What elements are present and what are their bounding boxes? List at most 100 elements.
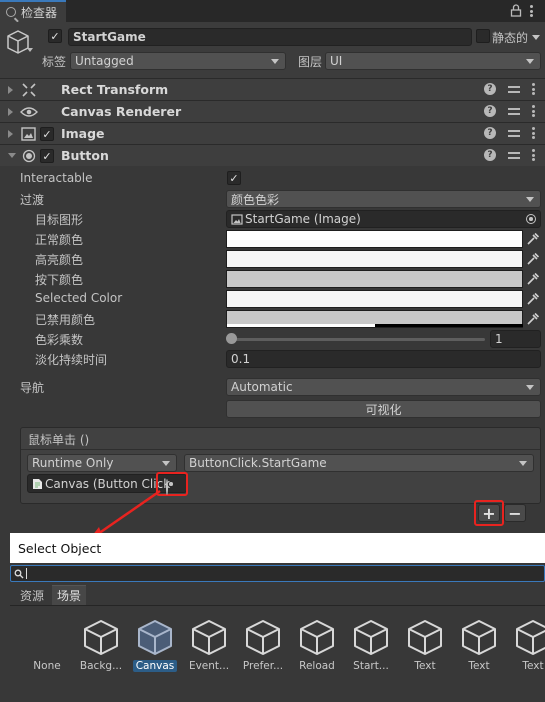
button-enabled-checkbox[interactable]: ✓ — [40, 149, 54, 163]
presets-icon[interactable] — [508, 127, 520, 139]
foldout-arrow-icon[interactable] — [8, 85, 13, 94]
object-picker-icon[interactable] — [526, 214, 536, 224]
object-item[interactable]: Prefer... — [236, 618, 290, 672]
object-grid: None Backg... Canvas Event... Prefer... … — [20, 618, 545, 672]
object-label: None — [33, 660, 61, 672]
tag-dropdown[interactable]: Untagged — [70, 52, 286, 70]
object-picker-icon[interactable] — [166, 479, 168, 495]
function-dropdown[interactable]: ButtonClick.StartGame — [184, 454, 534, 472]
eyedropper-icon[interactable] — [526, 252, 540, 266]
multiplier-slider-track[interactable] — [230, 338, 485, 341]
search-input[interactable] — [10, 565, 545, 582]
component-rect-transform[interactable]: Rect Transform ? — [0, 78, 545, 100]
transition-dropdown[interactable]: 颜色色彩 — [226, 190, 541, 208]
help-icon[interactable]: ? — [484, 149, 496, 161]
foldout-arrow-icon[interactable] — [8, 107, 13, 116]
tab-menu-icon[interactable] — [530, 5, 533, 17]
presets-icon[interactable] — [508, 149, 520, 161]
eyedropper-icon[interactable] — [526, 312, 540, 326]
alpha-bar — [227, 324, 375, 327]
object-item-selected[interactable]: Canvas — [128, 618, 182, 672]
object-label: Prefer... — [242, 660, 284, 672]
selected-color-field[interactable] — [226, 290, 523, 308]
highlight-color-field[interactable] — [226, 250, 523, 268]
object-name-field[interactable]: StartGame — [68, 28, 472, 46]
object-item[interactable]: Text — [506, 618, 545, 672]
component-button[interactable]: ✓ Button ? — [0, 144, 545, 166]
target-graphic-field[interactable]: StartGame (Image) — [226, 210, 541, 228]
cube-icon — [246, 620, 280, 655]
object-item[interactable]: Backg... — [74, 618, 128, 672]
remove-event-button[interactable]: − — [504, 504, 526, 523]
component-title: Canvas Renderer — [61, 104, 182, 119]
color-multiplier-label: 色彩乘数 — [35, 333, 84, 347]
text-cursor — [26, 568, 27, 579]
disabled-color-label: 已禁用颜色 — [35, 313, 96, 327]
navigation-dropdown[interactable]: Automatic — [226, 378, 541, 396]
cube-icon — [138, 620, 172, 655]
tab-scene[interactable]: 场景 — [52, 585, 86, 605]
object-item[interactable]: Event... — [182, 618, 236, 672]
disabled-color-field[interactable] — [226, 310, 523, 328]
inspector-search-icon — [6, 7, 16, 17]
component-image[interactable]: ✓ Image ? — [0, 122, 545, 144]
rect-transform-icon — [22, 83, 36, 97]
chevron-down-icon — [526, 384, 534, 390]
tab-assets-label: 资源 — [19, 588, 44, 603]
runtime-value: Runtime Only — [32, 456, 114, 470]
select-object-title: Select Object — [10, 533, 545, 563]
foldout-arrow-icon[interactable] — [8, 129, 13, 138]
object-item[interactable]: Reload — [290, 618, 344, 672]
object-item-none[interactable]: None — [20, 618, 74, 672]
runtime-dropdown[interactable]: Runtime Only — [27, 454, 177, 472]
object-label: Text — [522, 660, 544, 672]
eyedropper-icon[interactable] — [526, 292, 540, 306]
chevron-down-icon — [526, 58, 534, 64]
static-dropdown-arrow-icon[interactable] — [532, 35, 540, 40]
object-label: Text — [414, 660, 436, 672]
object-item[interactable]: Text — [452, 618, 506, 672]
visualize-button[interactable]: 可视化 — [226, 400, 541, 418]
component-canvas-renderer[interactable]: Canvas Renderer ? — [0, 100, 545, 122]
eyedropper-icon[interactable] — [526, 232, 540, 246]
component-menu-icon[interactable] — [532, 127, 535, 139]
multiplier-slider-thumb[interactable] — [226, 333, 237, 344]
component-menu-icon[interactable] — [532, 105, 535, 117]
fade-duration-field[interactable]: 0.1 — [226, 350, 541, 368]
static-checkbox[interactable] — [476, 29, 490, 43]
event-object-value: Canvas (Button Click — [45, 476, 171, 491]
interactable-checkbox[interactable]: ✓ — [227, 171, 241, 185]
chevron-down-icon — [162, 460, 170, 466]
tag-label: 标签 — [42, 55, 67, 69]
tab-assets[interactable]: 资源 — [14, 585, 50, 605]
target-graphic-value: StartGame (Image) — [245, 212, 361, 226]
presets-icon[interactable] — [508, 83, 520, 95]
layer-dropdown[interactable]: UI — [325, 52, 541, 70]
component-menu-icon[interactable] — [532, 149, 535, 161]
image-icon — [21, 127, 36, 141]
script-icon — [33, 478, 42, 489]
select-object-window: 资源 场景 None Backg... Canvas Event... Pref… — [10, 563, 545, 702]
help-icon[interactable]: ? — [484, 83, 496, 95]
object-item[interactable]: Text — [398, 618, 452, 672]
normal-color-field[interactable] — [226, 230, 523, 248]
presets-icon[interactable] — [508, 105, 520, 117]
component-menu-icon[interactable] — [532, 83, 535, 95]
eyedropper-icon[interactable] — [526, 272, 540, 286]
multiplier-field[interactable]: 1 — [490, 330, 541, 348]
inspector-tab[interactable]: 检查器 — [0, 0, 66, 22]
cube-icon — [462, 620, 496, 655]
highlight-box-add — [474, 500, 504, 526]
object-label: Reload — [299, 660, 335, 672]
help-icon[interactable]: ? — [484, 127, 496, 139]
lock-icon[interactable] — [510, 4, 522, 17]
object-item[interactable]: Start... — [344, 618, 398, 672]
image-enabled-checkbox[interactable]: ✓ — [40, 127, 54, 141]
foldout-arrow-icon[interactable] — [8, 153, 16, 158]
icon-dropdown-arrow-icon[interactable] — [27, 48, 33, 52]
navigation-value: Automatic — [231, 380, 293, 394]
object-active-checkbox[interactable]: ✓ — [48, 29, 62, 43]
pressed-color-field[interactable] — [226, 270, 523, 288]
button-icon — [22, 149, 36, 163]
help-icon[interactable]: ? — [484, 105, 496, 117]
